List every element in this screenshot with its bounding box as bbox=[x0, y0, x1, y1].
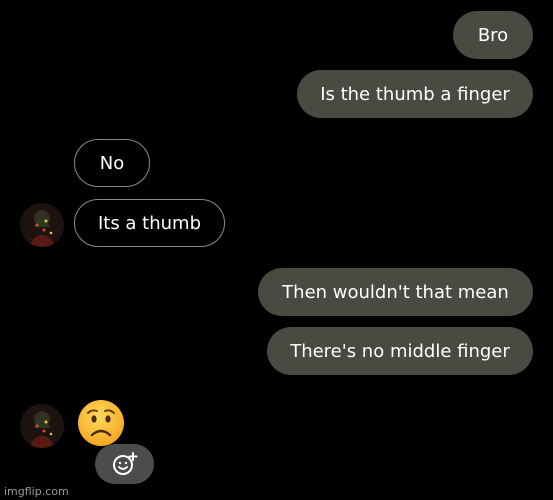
chat-thread: Bro Is the thumb a finger No Its a thumb… bbox=[0, 0, 553, 500]
add-reaction-icon bbox=[112, 452, 137, 475]
avatar-image bbox=[20, 203, 64, 247]
avatar-image bbox=[20, 404, 64, 448]
sender-avatar[interactable] bbox=[20, 404, 64, 448]
outgoing-message-bubble[interactable]: Is the thumb a finger bbox=[297, 70, 533, 118]
outgoing-message-bubble[interactable]: Then wouldn't that mean bbox=[258, 268, 533, 316]
add-reaction-button[interactable] bbox=[95, 444, 154, 484]
outgoing-message-bubble[interactable]: Bro bbox=[453, 11, 533, 59]
outgoing-message-bubble[interactable]: There's no middle finger bbox=[267, 327, 533, 375]
incoming-message-bubble[interactable]: Its a thumb bbox=[74, 199, 225, 247]
sender-avatar[interactable] bbox=[20, 203, 64, 247]
incoming-message-bubble[interactable]: No bbox=[74, 139, 150, 187]
worried-face-icon[interactable] bbox=[76, 398, 126, 448]
watermark: imgflip.com bbox=[4, 485, 69, 498]
